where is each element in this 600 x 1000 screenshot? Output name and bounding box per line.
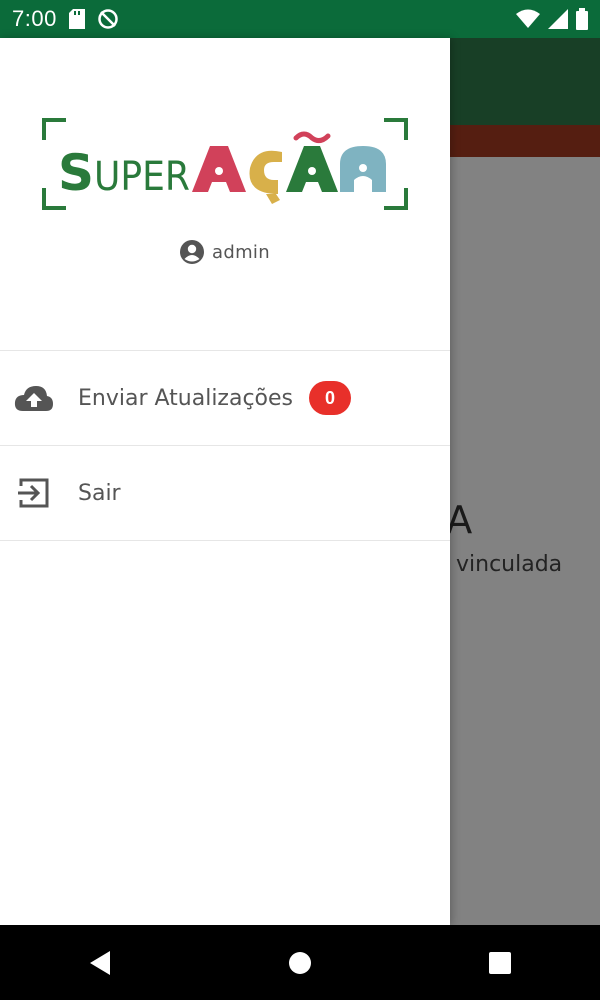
exit-icon: [14, 473, 54, 513]
svg-text:UPER: UPER: [94, 154, 190, 200]
home-icon[interactable]: [270, 933, 330, 993]
drawer-header: S UPER admin: [0, 38, 450, 350]
superacao-logo: S UPER: [42, 118, 408, 210]
user-info: admin: [0, 240, 450, 264]
signal-icon: [548, 9, 568, 29]
sync-off-icon: [98, 9, 118, 29]
status-bar: 7:00: [0, 0, 600, 38]
account-circle-icon: [180, 240, 205, 264]
system-nav-bar: [0, 925, 600, 1000]
pending-updates-badge: 0: [309, 381, 352, 415]
svg-text:S: S: [58, 144, 94, 202]
menu-item-label: Sair: [78, 480, 121, 506]
battery-icon: [576, 8, 588, 30]
menu-item-logout[interactable]: Sair: [0, 446, 450, 541]
wifi-icon: [516, 9, 540, 28]
back-icon[interactable]: [70, 933, 130, 993]
sd-card-icon: [68, 9, 85, 29]
status-time: 7:00: [12, 6, 57, 31]
navigation-drawer: S UPER admin Enviar Atualizações 0 Sair: [0, 38, 450, 925]
menu-item-label: Enviar Atualizações: [78, 385, 294, 411]
user-name: admin: [212, 241, 270, 263]
recents-icon[interactable]: [470, 933, 530, 993]
menu-item-send-updates[interactable]: Enviar Atualizações 0: [0, 351, 450, 446]
drawer-menu: Enviar Atualizações 0 Sair: [0, 350, 450, 541]
cloud-upload-icon: [14, 378, 54, 418]
